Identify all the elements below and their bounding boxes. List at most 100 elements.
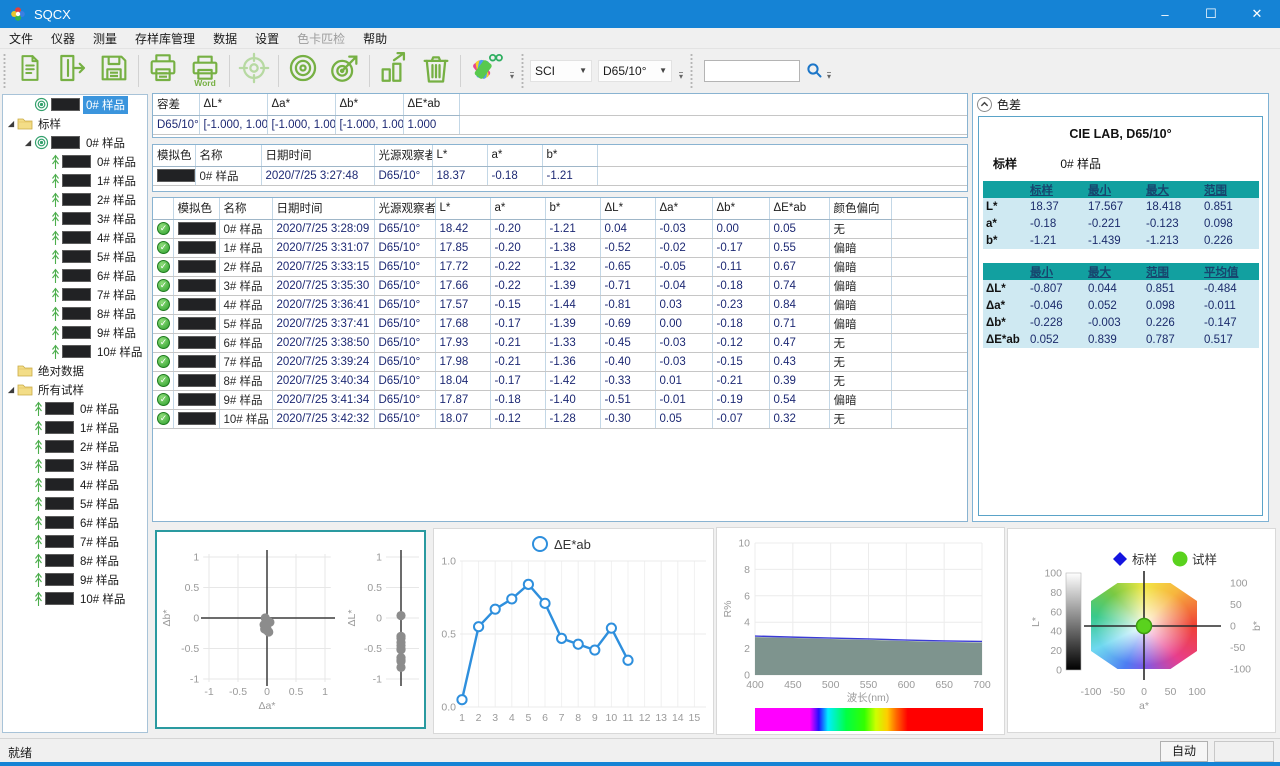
- menu-item-2[interactable]: 测量: [84, 27, 126, 50]
- tree-item[interactable]: 0# 样品: [3, 152, 147, 171]
- sci-dropdown[interactable]: SCI ▼: [530, 60, 592, 82]
- menu-item-1[interactable]: 仪器: [42, 27, 84, 50]
- black-calibration-button[interactable]: [233, 52, 275, 90]
- column-header[interactable]: a*: [487, 145, 542, 166]
- column-header[interactable]: Δa*: [267, 94, 335, 115]
- menu-item-3[interactable]: 存样库管理: [126, 27, 204, 50]
- tree-item[interactable]: 3# 样品: [3, 209, 147, 228]
- toolbar-grip[interactable]: [689, 54, 694, 88]
- tree-expand-caret-icon[interactable]: [24, 139, 34, 147]
- tree-item[interactable]: 5# 样品: [3, 247, 147, 266]
- sample-row[interactable]: ✓3# 样品2020/7/25 3:35:30D65/10°17.66-0.22…: [153, 276, 967, 295]
- auto-button[interactable]: 自动: [1160, 741, 1208, 762]
- column-header[interactable]: L*: [432, 145, 487, 166]
- tree-item[interactable]: 7# 样品: [3, 532, 147, 551]
- tree-item[interactable]: 4# 样品: [3, 228, 147, 247]
- illuminant-dropdown[interactable]: D65/10° ▼: [598, 60, 672, 82]
- column-header-filler[interactable]: [459, 94, 967, 115]
- print-button[interactable]: [142, 52, 184, 90]
- column-header[interactable]: 光源观察者: [374, 145, 432, 166]
- column-header-filler[interactable]: [891, 198, 967, 219]
- sample-row[interactable]: ✓7# 样品2020/7/25 3:39:24D65/10°17.98-0.21…: [153, 352, 967, 371]
- column-header[interactable]: Δb*: [712, 198, 769, 219]
- tree-item[interactable]: 2# 样品: [3, 190, 147, 209]
- column-header[interactable]: 模拟色: [153, 145, 195, 166]
- tree-item[interactable]: 0# 样品: [3, 95, 147, 114]
- tree-item[interactable]: 2# 样品: [3, 437, 147, 456]
- close-button[interactable]: ✕: [1234, 0, 1280, 28]
- tree-item[interactable]: 8# 样品: [3, 551, 147, 570]
- tree-item[interactable]: 7# 样品: [3, 285, 147, 304]
- color-card-match-button[interactable]: [464, 52, 506, 90]
- tree-item[interactable]: 绝对数据: [3, 361, 147, 380]
- column-header[interactable]: ΔE*ab: [403, 94, 459, 115]
- new-document-button[interactable]: [9, 52, 51, 90]
- column-header[interactable]: 名称: [195, 145, 261, 166]
- tree-item[interactable]: 10# 样品: [3, 589, 147, 608]
- tree-expand-caret-icon[interactable]: [7, 120, 17, 128]
- tree-item[interactable]: 5# 样品: [3, 494, 147, 513]
- tree-item[interactable]: 4# 样品: [3, 475, 147, 494]
- column-header[interactable]: 模拟色: [173, 198, 219, 219]
- column-header[interactable]: ΔE*ab: [769, 198, 829, 219]
- tree-item[interactable]: 所有试样: [3, 380, 147, 399]
- column-header[interactable]: b*: [545, 198, 600, 219]
- tree-item[interactable]: 9# 样品: [3, 323, 147, 342]
- column-header[interactable]: 日期时间: [261, 145, 374, 166]
- sample-row[interactable]: ✓9# 样品2020/7/25 3:41:34D65/10°17.87-0.18…: [153, 390, 967, 409]
- menu-item-6[interactable]: 色卡匹检: [288, 27, 354, 50]
- search-input[interactable]: [704, 60, 800, 82]
- collapse-icon[interactable]: [977, 97, 992, 112]
- tree-item[interactable]: 3# 样品: [3, 456, 147, 475]
- sample-row[interactable]: ✓5# 样品2020/7/25 3:37:41D65/10°17.68-0.17…: [153, 314, 967, 333]
- column-header[interactable]: 光源观察者: [374, 198, 435, 219]
- tree-item[interactable]: 1# 样品: [3, 418, 147, 437]
- toolbar-overflow-icon[interactable]: ▾: [679, 72, 683, 84]
- toolbar-grip[interactable]: [2, 54, 7, 88]
- tree-item[interactable]: 标样: [3, 114, 147, 133]
- column-header[interactable]: ΔL*: [199, 94, 267, 115]
- search-icon[interactable]: [806, 62, 823, 79]
- column-header[interactable]: Δa*: [655, 198, 712, 219]
- sample-row[interactable]: ✓0# 样品2020/7/25 3:28:09D65/10°18.42-0.20…: [153, 219, 967, 238]
- tree-item[interactable]: 6# 样品: [3, 513, 147, 532]
- column-header[interactable]: 颜色偏向: [829, 198, 891, 219]
- measure-standard-button[interactable]: [324, 52, 366, 90]
- column-header[interactable]: Δb*: [335, 94, 403, 115]
- export-button[interactable]: [51, 52, 93, 90]
- tree-item[interactable]: 0# 样品: [3, 133, 147, 152]
- tolerance-row[interactable]: D65/10°[-1.000, 1.000][-1.000, 1.000][-1…: [153, 115, 967, 134]
- column-header[interactable]: a*: [490, 198, 545, 219]
- print-word-button[interactable]: Word: [184, 52, 226, 90]
- menu-item-0[interactable]: 文件: [0, 27, 42, 50]
- delete-button[interactable]: [415, 52, 457, 90]
- column-header[interactable]: 容差: [153, 94, 199, 115]
- tree-expand-caret-icon[interactable]: [7, 386, 17, 394]
- tree-item[interactable]: 10# 样品: [3, 342, 147, 361]
- white-calibration-button[interactable]: [282, 52, 324, 90]
- sample-row[interactable]: ✓10# 样品2020/7/25 3:42:32D65/10°18.07-0.1…: [153, 409, 967, 428]
- tree-item[interactable]: 9# 样品: [3, 570, 147, 589]
- tree-item[interactable]: 8# 样品: [3, 304, 147, 323]
- sample-row[interactable]: ✓6# 样品2020/7/25 3:38:50D65/10°17.93-0.21…: [153, 333, 967, 352]
- sample-row[interactable]: ✓4# 样品2020/7/25 3:36:41D65/10°17.57-0.15…: [153, 295, 967, 314]
- tree-item[interactable]: 0# 样品: [3, 399, 147, 418]
- column-header[interactable]: 日期时间: [272, 198, 374, 219]
- column-header[interactable]: ΔL*: [600, 198, 655, 219]
- column-header-filler[interactable]: [597, 145, 967, 166]
- row-header-column[interactable]: [153, 198, 173, 219]
- sample-row[interactable]: ✓8# 样品2020/7/25 3:40:34D65/10°18.04-0.17…: [153, 371, 967, 390]
- menu-item-5[interactable]: 设置: [246, 27, 288, 50]
- sample-row[interactable]: ✓1# 样品2020/7/25 3:31:07D65/10°17.85-0.20…: [153, 238, 967, 257]
- menu-item-7[interactable]: 帮助: [354, 27, 396, 50]
- minimize-button[interactable]: –: [1142, 0, 1188, 28]
- column-header[interactable]: 名称: [219, 198, 272, 219]
- toolbar-overflow-icon[interactable]: ▾: [827, 72, 831, 84]
- tree-item[interactable]: 6# 样品: [3, 266, 147, 285]
- column-header[interactable]: b*: [542, 145, 597, 166]
- sample-row[interactable]: ✓2# 样品2020/7/25 3:33:15D65/10°17.72-0.22…: [153, 257, 967, 276]
- toolbar-overflow-icon[interactable]: ▾: [510, 72, 514, 84]
- standard-row[interactable]: 0# 样品2020/7/25 3:27:48D65/10°18.37-0.18-…: [153, 166, 967, 185]
- column-header[interactable]: L*: [435, 198, 490, 219]
- toolbar-grip[interactable]: [520, 54, 525, 88]
